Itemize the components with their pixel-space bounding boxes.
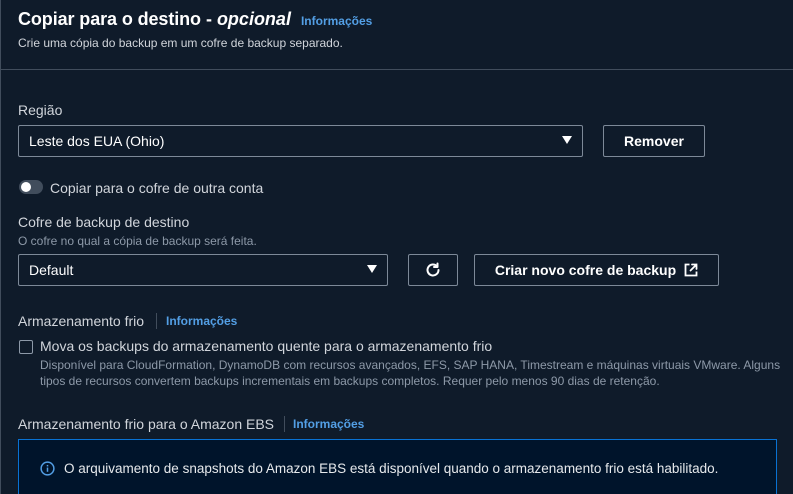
info-circle-icon [40, 461, 55, 476]
header-info-link[interactable]: Informações [301, 14, 372, 28]
cold-storage-checkbox-label: Mova os backups do armazenamento quente … [40, 338, 493, 354]
region-label: Região [18, 102, 63, 118]
caret-down-icon [562, 136, 572, 144]
ebs-info-alert: O arquivamento de snapshots do Amazon EB… [18, 439, 777, 494]
title-dash: - [205, 9, 212, 29]
refresh-button[interactable] [408, 254, 458, 286]
dest-vault-label: Cofre de backup de destino [18, 214, 190, 230]
cold-storage-label: Armazenamento frio [18, 313, 145, 329]
ebs-alert-text: O arquivamento de snapshots do Amazon EB… [64, 461, 719, 476]
ebs-cold-label: Armazenamento frio para o Amazon EBS [18, 416, 275, 432]
remove-button[interactable]: Remover [603, 125, 705, 157]
dest-vault-selected-value: Default [29, 262, 74, 278]
panel-title: Copiar para o destino [18, 9, 201, 29]
external-link-icon [684, 263, 698, 277]
ebs-cold-info-link[interactable]: Informações [293, 417, 364, 431]
title-optional: opcional [216, 9, 291, 29]
caret-down-icon [367, 265, 377, 273]
info-divider [284, 416, 285, 432]
create-vault-label: Criar novo cofre de backup [494, 262, 677, 278]
cold-storage-checkbox[interactable] [19, 340, 33, 354]
refresh-icon [426, 262, 440, 277]
cross-account-label: Copiar para o cofre de outra conta [50, 180, 264, 196]
region-select[interactable]: Leste dos EUA (Ohio) [18, 125, 583, 157]
dest-vault-sublabel: O cofre no qual a cópia de backup será f… [18, 234, 257, 248]
toggle-knob [21, 182, 31, 192]
panel-description: Crie uma cópia do backup em um cofre de … [18, 36, 343, 50]
cross-account-toggle[interactable] [19, 180, 43, 194]
title-row: Copiar para o destino - opcional Informa… [18, 9, 372, 30]
create-vault-button[interactable]: Criar novo cofre de backup [474, 254, 719, 286]
cold-storage-help-line1: Disponível para CloudFormation, DynamoDB… [40, 358, 781, 372]
copy-destination-panel: Copiar para o destino - opcional Informa… [0, 0, 793, 494]
cold-storage-help-line2: tipos de recursos convertem backups incr… [40, 374, 660, 388]
region-selected-value: Leste dos EUA (Ohio) [29, 133, 165, 149]
dest-vault-select[interactable]: Default [18, 254, 388, 286]
cold-storage-info-link[interactable]: Informações [166, 314, 237, 328]
info-divider [156, 313, 157, 329]
panel-header: Copiar para o destino - opcional Informa… [1, 0, 793, 70]
